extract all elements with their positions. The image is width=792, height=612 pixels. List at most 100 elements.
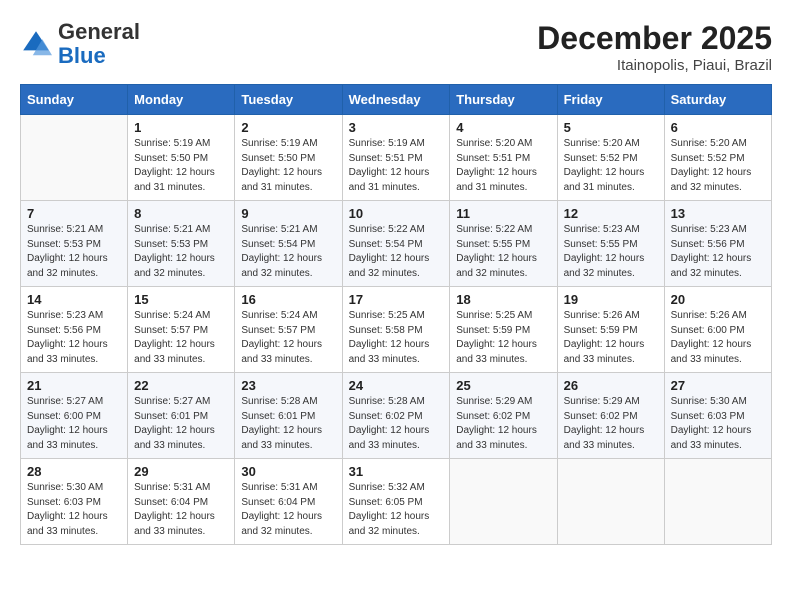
day-number: 26 — [564, 378, 658, 393]
day-number: 22 — [134, 378, 228, 393]
day-number: 25 — [456, 378, 550, 393]
calendar-cell: 13 Sunrise: 5:23 AMSunset: 5:56 PMDayligh… — [664, 201, 771, 287]
day-info: Sunrise: 5:22 AMSunset: 5:54 PMDaylight:… — [349, 223, 444, 281]
week-row-1: 1 Sunrise: 5:19 AMSunset: 5:50 PMDaylight… — [21, 115, 772, 201]
day-info: Sunrise: 5:21 AMSunset: 5:54 PMDaylight:… — [241, 223, 335, 281]
week-row-3: 14Sunrise: 5:23 AMSunset: 5:56 PMDayligh… — [21, 287, 772, 373]
week-row-2: 7 Sunrise: 5:21 AMSunset: 5:53 PMDaylight… — [21, 201, 772, 287]
day-number: 10 — [349, 206, 444, 221]
day-info: Sunrise: 5:28 AMSunset: 6:01 PMDaylight:… — [241, 395, 335, 453]
day-number: 27 — [671, 378, 765, 393]
logo-icon — [20, 28, 52, 60]
month-title: December 2025 — [537, 20, 772, 57]
calendar-cell — [450, 459, 557, 545]
weekday-header-wednesday: Wednesday — [342, 85, 450, 115]
calendar-cell: 11 Sunrise: 5:22 AMSunset: 5:55 PMDayligh… — [450, 201, 557, 287]
day-number: 20 — [671, 292, 765, 307]
calendar-cell: 14Sunrise: 5:23 AMSunset: 5:56 PMDayligh… — [21, 287, 128, 373]
day-number: 28 — [27, 464, 121, 479]
day-info: Sunrise: 5:24 AMSunset: 5:57 PMDaylight:… — [134, 309, 228, 367]
day-info: Sunrise: 5:26 AMSunset: 5:59 PMDaylight:… — [564, 309, 658, 367]
day-info: Sunrise: 5:21 AMSunset: 5:53 PMDaylight:… — [27, 223, 121, 281]
weekday-header-row: SundayMondayTuesdayWednesdayThursdayFrid… — [21, 85, 772, 115]
calendar-cell: 1 Sunrise: 5:19 AMSunset: 5:50 PMDaylight… — [128, 115, 235, 201]
day-number: 29 — [134, 464, 228, 479]
day-number: 24 — [349, 378, 444, 393]
day-info: Sunrise: 5:20 AMSunset: 5:51 PMDaylight:… — [456, 137, 550, 195]
day-info: Sunrise: 5:21 AMSunset: 5:53 PMDaylight:… — [134, 223, 228, 281]
day-info: Sunrise: 5:19 AMSunset: 5:50 PMDaylight:… — [134, 137, 228, 195]
day-number: 13 — [671, 206, 765, 221]
day-info: Sunrise: 5:28 AMSunset: 6:02 PMDaylight:… — [349, 395, 444, 453]
day-number: 19 — [564, 292, 658, 307]
day-number: 15 — [134, 292, 228, 307]
day-info: Sunrise: 5:27 AMSunset: 6:01 PMDaylight:… — [134, 395, 228, 453]
calendar-cell: 21Sunrise: 5:27 AMSunset: 6:00 PMDayligh… — [21, 373, 128, 459]
day-info: Sunrise: 5:30 AMSunset: 6:03 PMDaylight:… — [671, 395, 765, 453]
weekday-header-tuesday: Tuesday — [235, 85, 342, 115]
calendar-cell: 30 Sunrise: 5:31 AMSunset: 6:04 PMDayligh… — [235, 459, 342, 545]
calendar-cell: 29 Sunrise: 5:31 AMSunset: 6:04 PMDayligh… — [128, 459, 235, 545]
calendar-cell: 18 Sunrise: 5:25 AMSunset: 5:59 PMDayligh… — [450, 287, 557, 373]
calendar-cell: 31Sunrise: 5:32 AMSunset: 6:05 PMDayligh… — [342, 459, 450, 545]
day-number: 11 — [456, 206, 550, 221]
day-info: Sunrise: 5:23 AMSunset: 5:55 PMDaylight:… — [564, 223, 658, 281]
day-info: Sunrise: 5:24 AMSunset: 5:57 PMDaylight:… — [241, 309, 335, 367]
day-info: Sunrise: 5:29 AMSunset: 6:02 PMDaylight:… — [456, 395, 550, 453]
day-info: Sunrise: 5:25 AMSunset: 5:59 PMDaylight:… — [456, 309, 550, 367]
calendar-cell: 26 Sunrise: 5:29 AMSunset: 6:02 PMDayligh… — [557, 373, 664, 459]
day-info: Sunrise: 5:29 AMSunset: 6:02 PMDaylight:… — [564, 395, 658, 453]
day-number: 18 — [456, 292, 550, 307]
day-info: Sunrise: 5:19 AMSunset: 5:50 PMDaylight:… — [241, 137, 335, 195]
day-info: Sunrise: 5:20 AMSunset: 5:52 PMDaylight:… — [671, 137, 765, 195]
day-number: 4 — [456, 120, 550, 135]
calendar-cell: 15 Sunrise: 5:24 AMSunset: 5:57 PMDayligh… — [128, 287, 235, 373]
day-number: 7 — [27, 206, 121, 221]
weekday-header-thursday: Thursday — [450, 85, 557, 115]
day-info: Sunrise: 5:31 AMSunset: 6:04 PMDaylight:… — [241, 481, 335, 539]
weekday-header-monday: Monday — [128, 85, 235, 115]
location-subtitle: Itainopolis, Piaui, Brazil — [537, 57, 772, 74]
day-number: 14 — [27, 292, 121, 307]
calendar-cell: 20Sunrise: 5:26 AMSunset: 6:00 PMDayligh… — [664, 287, 771, 373]
day-info: Sunrise: 5:31 AMSunset: 6:04 PMDaylight:… — [134, 481, 228, 539]
calendar-table: SundayMondayTuesdayWednesdayThursdayFrid… — [20, 84, 772, 545]
calendar-cell: 7 Sunrise: 5:21 AMSunset: 5:53 PMDaylight… — [21, 201, 128, 287]
calendar-cell: 3Sunrise: 5:19 AMSunset: 5:51 PMDaylight… — [342, 115, 450, 201]
logo: General Blue — [20, 20, 140, 68]
calendar-cell: 19 Sunrise: 5:26 AMSunset: 5:59 PMDayligh… — [557, 287, 664, 373]
weekday-header-sunday: Sunday — [21, 85, 128, 115]
day-info: Sunrise: 5:23 AMSunset: 5:56 PMDaylight:… — [671, 223, 765, 281]
calendar-cell: 6Sunrise: 5:20 AMSunset: 5:52 PMDaylight… — [664, 115, 771, 201]
day-number: 2 — [241, 120, 335, 135]
week-row-5: 28Sunrise: 5:30 AMSunset: 6:03 PMDayligh… — [21, 459, 772, 545]
calendar-cell: 5Sunrise: 5:20 AMSunset: 5:52 PMDaylight… — [557, 115, 664, 201]
day-info: Sunrise: 5:22 AMSunset: 5:55 PMDaylight:… — [456, 223, 550, 281]
page-header: General Blue December 2025 Itainopolis, … — [20, 20, 772, 74]
calendar-cell: 9 Sunrise: 5:21 AMSunset: 5:54 PMDaylight… — [235, 201, 342, 287]
week-row-4: 21Sunrise: 5:27 AMSunset: 6:00 PMDayligh… — [21, 373, 772, 459]
calendar-cell: 2 Sunrise: 5:19 AMSunset: 5:50 PMDaylight… — [235, 115, 342, 201]
day-number: 30 — [241, 464, 335, 479]
day-info: Sunrise: 5:25 AMSunset: 5:58 PMDaylight:… — [349, 309, 444, 367]
calendar-cell — [664, 459, 771, 545]
calendar-cell: 22 Sunrise: 5:27 AMSunset: 6:01 PMDayligh… — [128, 373, 235, 459]
calendar-cell: 8Sunrise: 5:21 AMSunset: 5:53 PMDaylight… — [128, 201, 235, 287]
day-number: 1 — [134, 120, 228, 135]
day-info: Sunrise: 5:32 AMSunset: 6:05 PMDaylight:… — [349, 481, 444, 539]
title-block: December 2025 Itainopolis, Piaui, Brazil — [537, 20, 772, 74]
calendar-cell: 28Sunrise: 5:30 AMSunset: 6:03 PMDayligh… — [21, 459, 128, 545]
weekday-header-saturday: Saturday — [664, 85, 771, 115]
calendar-cell: 27 Sunrise: 5:30 AMSunset: 6:03 PMDayligh… — [664, 373, 771, 459]
calendar-cell: 24 Sunrise: 5:28 AMSunset: 6:02 PMDayligh… — [342, 373, 450, 459]
weekday-header-friday: Friday — [557, 85, 664, 115]
day-number: 17 — [349, 292, 444, 307]
logo-general: General — [58, 19, 140, 44]
day-number: 9 — [241, 206, 335, 221]
logo-blue: Blue — [58, 43, 106, 68]
calendar-cell: 10 Sunrise: 5:22 AMSunset: 5:54 PMDayligh… — [342, 201, 450, 287]
day-number: 16 — [241, 292, 335, 307]
calendar-cell: 17 Sunrise: 5:25 AMSunset: 5:58 PMDayligh… — [342, 287, 450, 373]
day-info: Sunrise: 5:27 AMSunset: 6:00 PMDaylight:… — [27, 395, 121, 453]
day-number: 3 — [349, 120, 444, 135]
